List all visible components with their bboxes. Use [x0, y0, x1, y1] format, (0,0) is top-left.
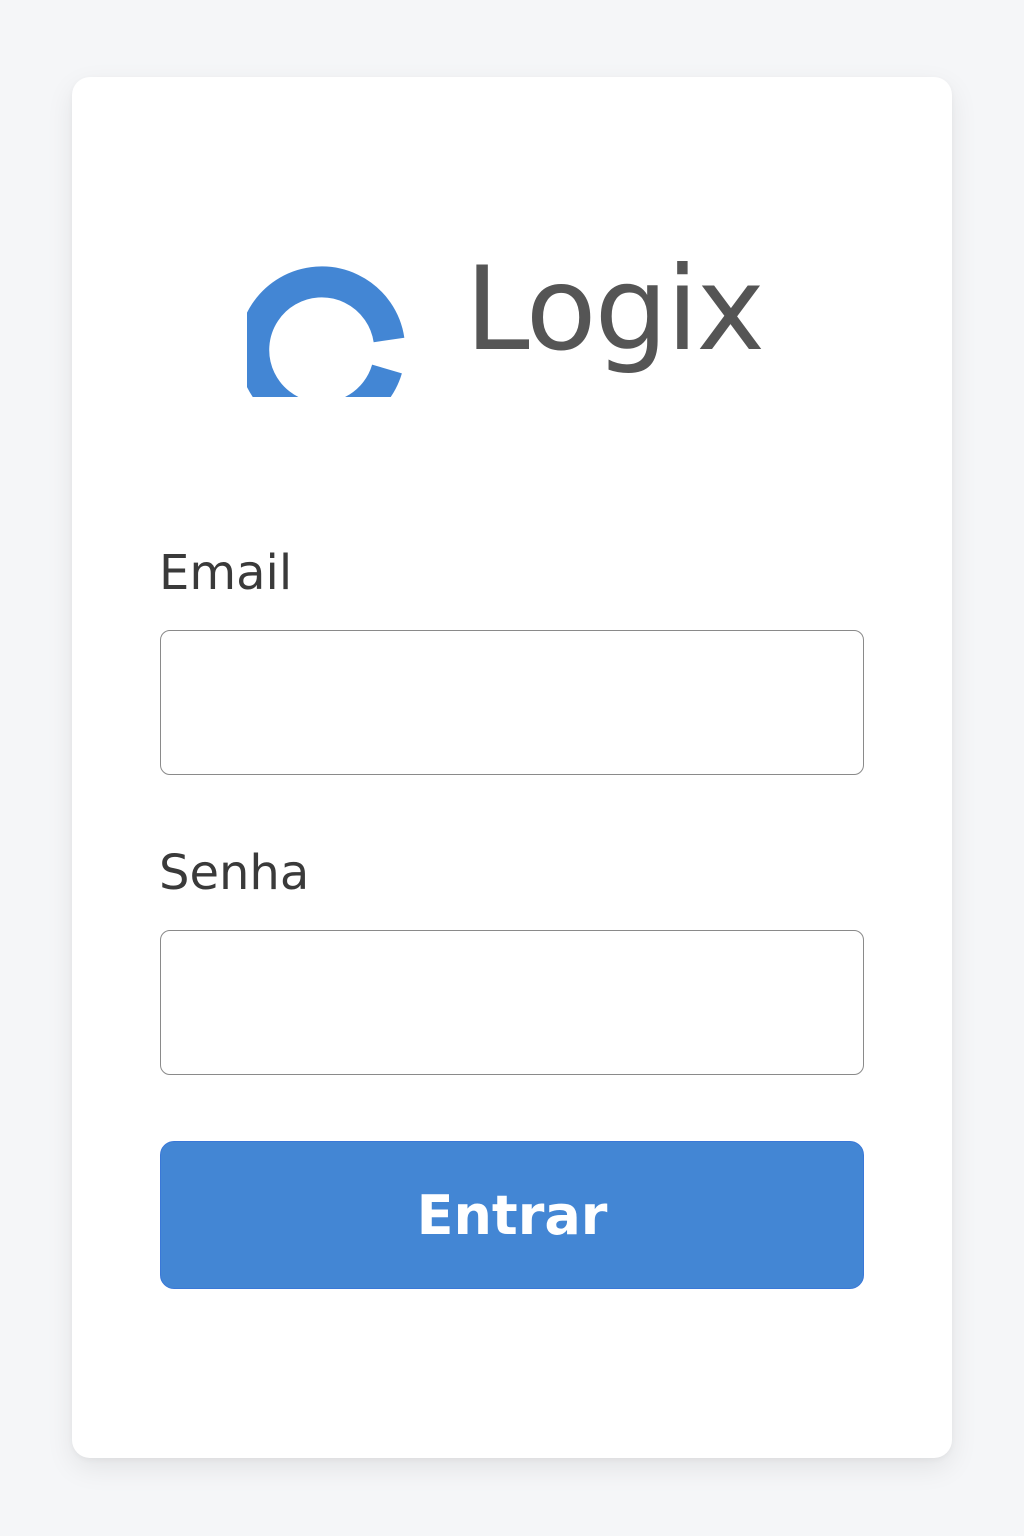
password-label: Senha [159, 845, 310, 901]
email-field[interactable] [160, 630, 864, 775]
email-label: Email [159, 545, 293, 601]
password-field[interactable] [160, 930, 864, 1075]
brand-name: Logix [465, 242, 765, 377]
login-card: Logix Email Senha Entrar [72, 77, 952, 1458]
login-button[interactable]: Entrar [160, 1141, 864, 1289]
brand-logo: Logix [247, 227, 765, 397]
ring-logo-icon [247, 266, 405, 397]
